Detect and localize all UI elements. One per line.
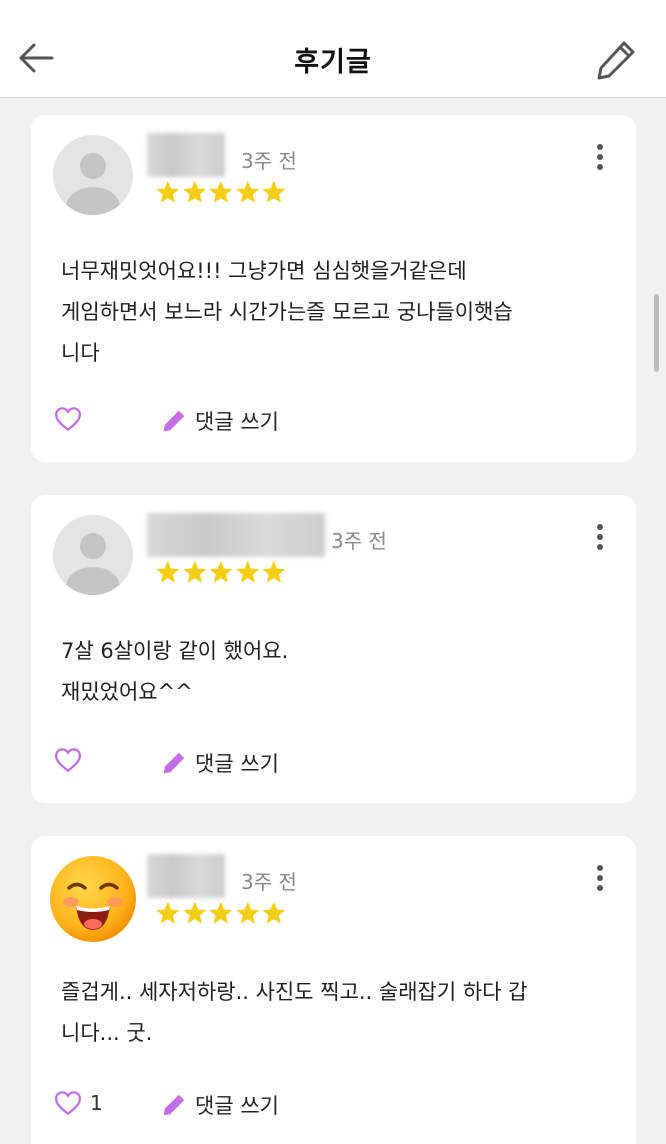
like-count: 1 <box>90 1091 103 1115</box>
write-comment-button[interactable]: 댓글 쓰기 <box>161 747 279 779</box>
review-text-line: 게임하면서 보느라 시간가는즐 모르고 궁나들이햇습 <box>61 300 513 324</box>
like-button[interactable] <box>53 404 83 434</box>
star-icon <box>182 901 206 924</box>
review-content: 너무재밋엇어요!!! 그냥가면 심심햇을거같은데 게임하면서 보느라 시간가는즐… <box>61 251 608 374</box>
star-icon <box>262 180 286 203</box>
star-icon <box>182 180 206 203</box>
star-icon <box>156 901 180 924</box>
write-comment-label: 댓글 쓰기 <box>195 410 279 434</box>
review-time: 3주 전 <box>331 529 387 553</box>
more-options-button[interactable] <box>591 521 609 557</box>
star-icon <box>262 560 286 583</box>
scrollbar-thumb[interactable] <box>654 294 659 372</box>
pencil-outline-icon <box>597 41 635 80</box>
review-text-line: 너무재밋엇어요!!! 그냥가면 심심햇을거같은데 <box>61 259 467 283</box>
pencil-icon <box>163 410 185 432</box>
write-review-button[interactable] <box>594 36 640 82</box>
star-icon <box>236 560 260 583</box>
write-comment-label: 댓글 쓰기 <box>195 752 279 776</box>
like-button[interactable] <box>53 745 83 775</box>
smiley-emoji-avatar <box>49 854 137 944</box>
heart-outline-icon <box>54 1091 82 1116</box>
author-name-blurred <box>147 133 225 177</box>
more-options-button[interactable] <box>591 862 609 898</box>
like-button[interactable] <box>53 1088 83 1118</box>
write-comment-button[interactable]: 댓글 쓰기 <box>161 405 279 437</box>
star-icon <box>236 180 260 203</box>
heart-outline-icon <box>54 407 82 432</box>
write-comment-label: 댓글 쓰기 <box>195 1094 279 1118</box>
review-time: 3주 전 <box>241 149 297 173</box>
star-icon <box>209 560 233 583</box>
review-time: 3주 전 <box>241 870 297 894</box>
more-vertical-icon <box>597 865 603 891</box>
default-avatar <box>53 135 133 215</box>
review-text-line: 7살 6살이랑 같이 했어요. <box>61 639 289 663</box>
star-icon <box>209 180 233 203</box>
review-text-line: 재밌었어요^^ <box>61 680 193 704</box>
star-icon <box>156 560 180 583</box>
review-card: 3주 전 너무재밋엇어요!!! 그냥가면 심심햇을거같은데 게임하면서 보느라 … <box>31 115 636 462</box>
review-content: 즐겁게.. 세자저하랑.. 사진도 찍고.. 술래잡기 하다 갑 니다... 굿… <box>61 972 608 1054</box>
star-icon <box>262 901 286 924</box>
star-icon <box>182 560 206 583</box>
star-rating <box>155 179 287 207</box>
author-name-blurred <box>147 513 325 557</box>
star-icon <box>209 901 233 924</box>
app-header: 후기글 <box>0 0 666 98</box>
review-text-line: 니다... 굿. <box>61 1021 153 1045</box>
review-card: 3주 전 7살 6살이랑 같이 했어요. 재밌었어요^^ 댓글 쓰기 <box>31 495 636 803</box>
review-text-line: 즐겁게.. 세자저하랑.. 사진도 찍고.. 술래잡기 하다 갑 <box>61 980 528 1004</box>
author-name-blurred <box>147 854 225 898</box>
star-icon <box>156 180 180 203</box>
page-title: 후기글 <box>294 47 372 78</box>
review-card: 3주 전 즐겁게.. 세자저하랑.. 사진도 찍고.. 술래잡기 하다 갑 니다… <box>31 836 636 1144</box>
write-comment-button[interactable]: 댓글 쓰기 <box>161 1089 279 1121</box>
pencil-icon <box>163 1094 185 1116</box>
more-vertical-icon <box>597 524 603 550</box>
star-icon <box>236 901 260 924</box>
review-text-line: 니다 <box>61 341 100 365</box>
heart-outline-icon <box>54 748 82 773</box>
default-avatar <box>53 515 133 595</box>
pencil-icon <box>163 752 185 774</box>
star-rating <box>155 900 287 928</box>
review-content: 7살 6살이랑 같이 했어요. 재밌었어요^^ <box>61 631 608 713</box>
more-vertical-icon <box>597 144 603 170</box>
star-rating <box>155 559 287 587</box>
more-options-button[interactable] <box>591 141 609 177</box>
